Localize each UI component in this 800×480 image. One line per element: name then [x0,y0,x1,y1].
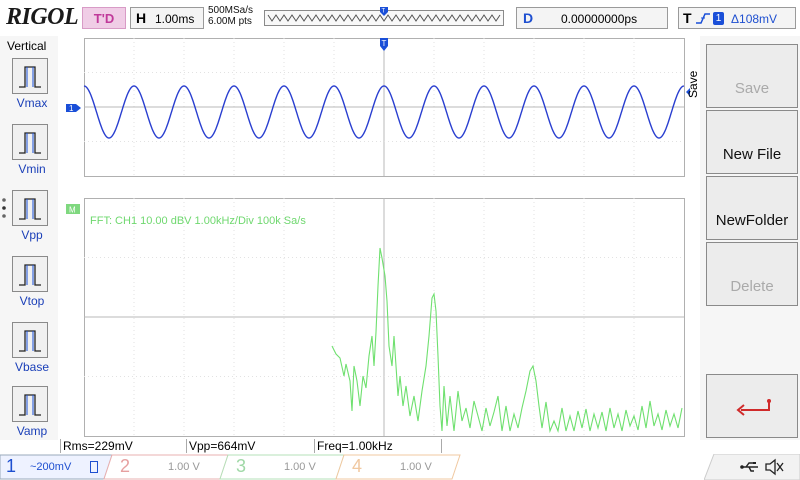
measure-vmax-button[interactable] [12,58,48,94]
usb-icon [740,462,758,472]
ch2-number[interactable]: 2 [120,456,130,477]
speaker-muted-icon[interactable] [764,458,784,476]
svg-text:T: T [382,9,386,15]
measure-label: Vtop [19,294,45,308]
rms-measurement: Rms=229mV [60,439,187,453]
trigger-source-badge: 1 [713,12,724,25]
measure-vpp-button[interactable] [12,190,48,226]
pulse-measure-icon [19,198,41,220]
measure-label: Vmin [18,162,46,176]
pulse-measure-icon [19,330,41,352]
measure-vmin-button[interactable] [12,124,48,160]
side-label: Save [686,70,700,98]
edge-trigger-icon [696,13,710,24]
measure-label: Vpp [21,228,43,242]
svg-text:T: T [382,39,387,48]
timebase-value: 1.00ms [155,12,195,26]
fft-info-label: FFT: CH1 10.00 dBV 1.00kHz/Div 100k Sa/s [90,215,306,227]
memory-position-strip[interactable]: T [264,6,504,30]
return-arrow-icon [736,399,771,416]
save-menu: Save Save New File NewFolder Delete [686,36,800,440]
save-button[interactable]: Save [706,44,798,108]
rigol-logo: RIGOL [6,4,79,30]
ch2-scale[interactable]: 1.00 V [168,461,200,473]
horizontal-timebase[interactable]: H 1.00ms [130,7,204,29]
pulse-measure-icon [19,66,41,88]
run-state-badge[interactable]: T'D [82,7,126,29]
trigger-info[interactable]: T 1 Δ108mV [678,7,796,29]
trigger-key: T [683,10,692,26]
pulse-measure-icon [19,264,41,286]
trigger-level: Δ108mV [731,12,778,26]
ch1-scale[interactable]: ~200mV [30,461,71,473]
status-bar: RIGOL T'D H 1.00ms 500MSa/s 6.00M pts T … [0,0,800,36]
measure-label: Vbase [14,360,50,374]
svg-text:1: 1 [69,104,74,113]
new-folder-button[interactable]: NewFolder [706,176,798,240]
ch3-scale[interactable]: 1.00 V [284,461,316,473]
freq-measurement: Freq=1.00kHz [314,439,442,453]
ch1-bw-icon [90,461,98,473]
channel-bar: 1 ~200mV 2 1.00 V 3 1.00 V 4 1.00 V [0,454,800,480]
measure-vbase-button[interactable] [12,322,48,358]
memory-strip-graphic: T [264,7,504,26]
horizontal-delay[interactable]: D 0.00000000ps [516,7,668,29]
ch4-scale[interactable]: 1.00 V [400,461,432,473]
horizontal-key: H [136,10,147,26]
delete-button[interactable]: Delete [706,242,798,306]
ch1-number[interactable]: 1 [6,456,16,477]
waveform-display[interactable]: T 1 M FFT: CH1 10.00 dBV 1.00kHz/Div 100… [60,36,700,438]
measure-vtop-button[interactable] [12,256,48,292]
vpp-measurement: Vpp=664mV [186,439,313,453]
measure-label: Vmax [16,96,48,110]
waveform-graph: T 1 M FFT: CH1 10.00 dBV 1.00kHz/Div 100… [66,38,690,437]
new-file-button[interactable]: New File [706,110,798,174]
memory-depth: 6.00M pts [208,16,252,27]
return-button[interactable] [706,374,798,438]
svg-text:M: M [69,206,76,215]
measure-vamp-button[interactable] [12,386,48,422]
vertical-measure-menu: Vertical Vmax Vmin Vpp Vtop Vbase Vamp [0,36,58,440]
measurement-bar: Rms=229mV Vpp=664mV Freq=1.00kHz [60,438,700,454]
delay-value: 0.00000000ps [561,12,638,26]
sample-rate: 500MSa/s [208,5,254,16]
pulse-measure-icon [19,132,41,154]
scroll-dots-icon [2,198,6,218]
delay-key: D [523,10,534,26]
pulse-measure-icon [19,394,41,416]
menu-title: Vertical [7,39,47,53]
save-side-label-wrap: Save [686,58,702,98]
ch3-number[interactable]: 3 [236,456,246,477]
measure-label: Vamp [16,424,48,438]
acquisition-info: 500MSa/s 6.00M pts [208,5,253,27]
ch4-number[interactable]: 4 [352,456,362,477]
